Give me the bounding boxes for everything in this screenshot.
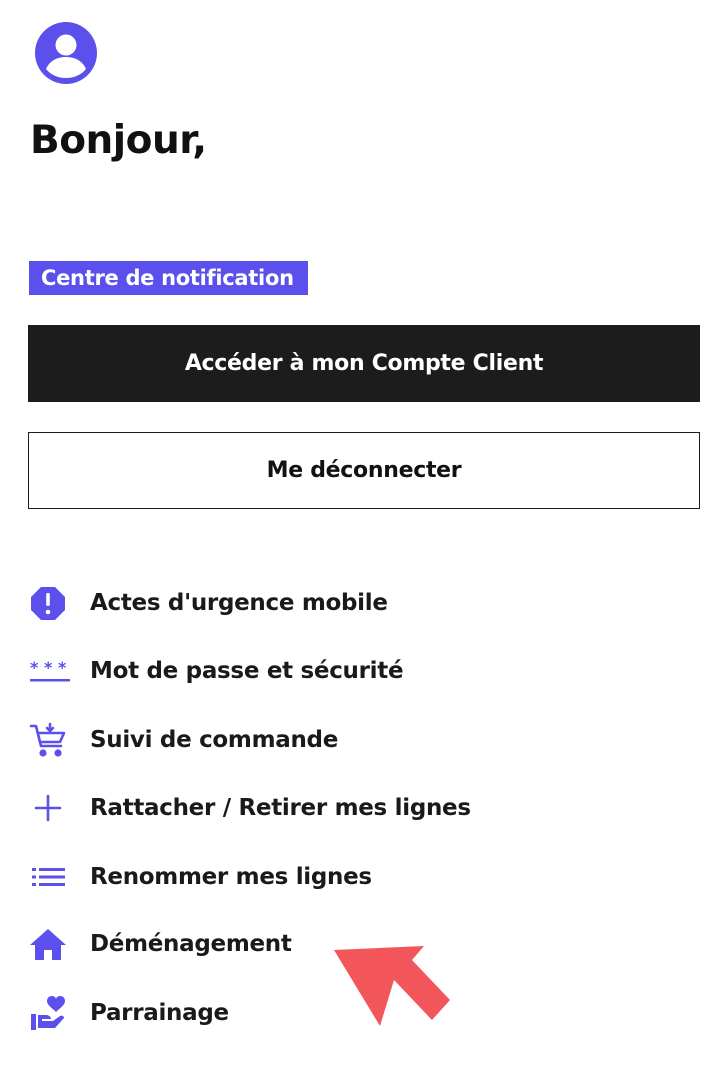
svg-text:*: * — [30, 658, 39, 677]
menu-item-label: Déménagement — [90, 931, 292, 957]
svg-text:*: * — [44, 658, 53, 677]
greeting-title: Bonjour, — [30, 118, 207, 163]
annotation-arrow-icon — [328, 938, 458, 1038]
menu-item-label: Renommer mes lignes — [90, 864, 372, 890]
menu-item-referral[interactable]: Parrainage — [28, 990, 229, 1036]
list-icon — [28, 854, 74, 900]
hand-heart-icon — [28, 990, 74, 1036]
plus-icon — [28, 785, 74, 831]
menu-item-emergency[interactable]: Actes d'urgence mobile — [28, 580, 388, 626]
password-dots-icon: * * * — [28, 648, 74, 694]
svg-text:*: * — [58, 658, 67, 677]
menu-item-label: Parrainage — [90, 1000, 229, 1026]
menu-item-order-tracking[interactable]: Suivi de commande — [28, 717, 338, 763]
menu-item-label: Rattacher / Retirer mes lignes — [90, 795, 471, 821]
menu-item-label: Suivi de commande — [90, 727, 339, 753]
menu-item-label: Actes d'urgence mobile — [90, 590, 388, 616]
notification-center-link[interactable]: Centre de notification — [29, 261, 308, 295]
home-icon — [28, 921, 74, 967]
logout-button[interactable]: Me déconnecter — [28, 432, 700, 509]
menu-item-label: Mot de passe et sécurité — [90, 658, 404, 684]
cart-arrow-icon — [28, 717, 74, 763]
alert-octagon-icon — [28, 580, 74, 626]
menu-item-password[interactable]: * * * Mot de passe et sécurité — [28, 648, 404, 694]
menu-item-moving[interactable]: Déménagement — [28, 921, 292, 967]
customer-account-button[interactable]: Accéder à mon Compte Client — [28, 325, 700, 402]
menu-item-attach-lines[interactable]: Rattacher / Retirer mes lignes — [28, 785, 471, 831]
user-circle-icon — [32, 22, 100, 84]
menu-item-rename-lines[interactable]: Renommer mes lignes — [28, 854, 372, 900]
